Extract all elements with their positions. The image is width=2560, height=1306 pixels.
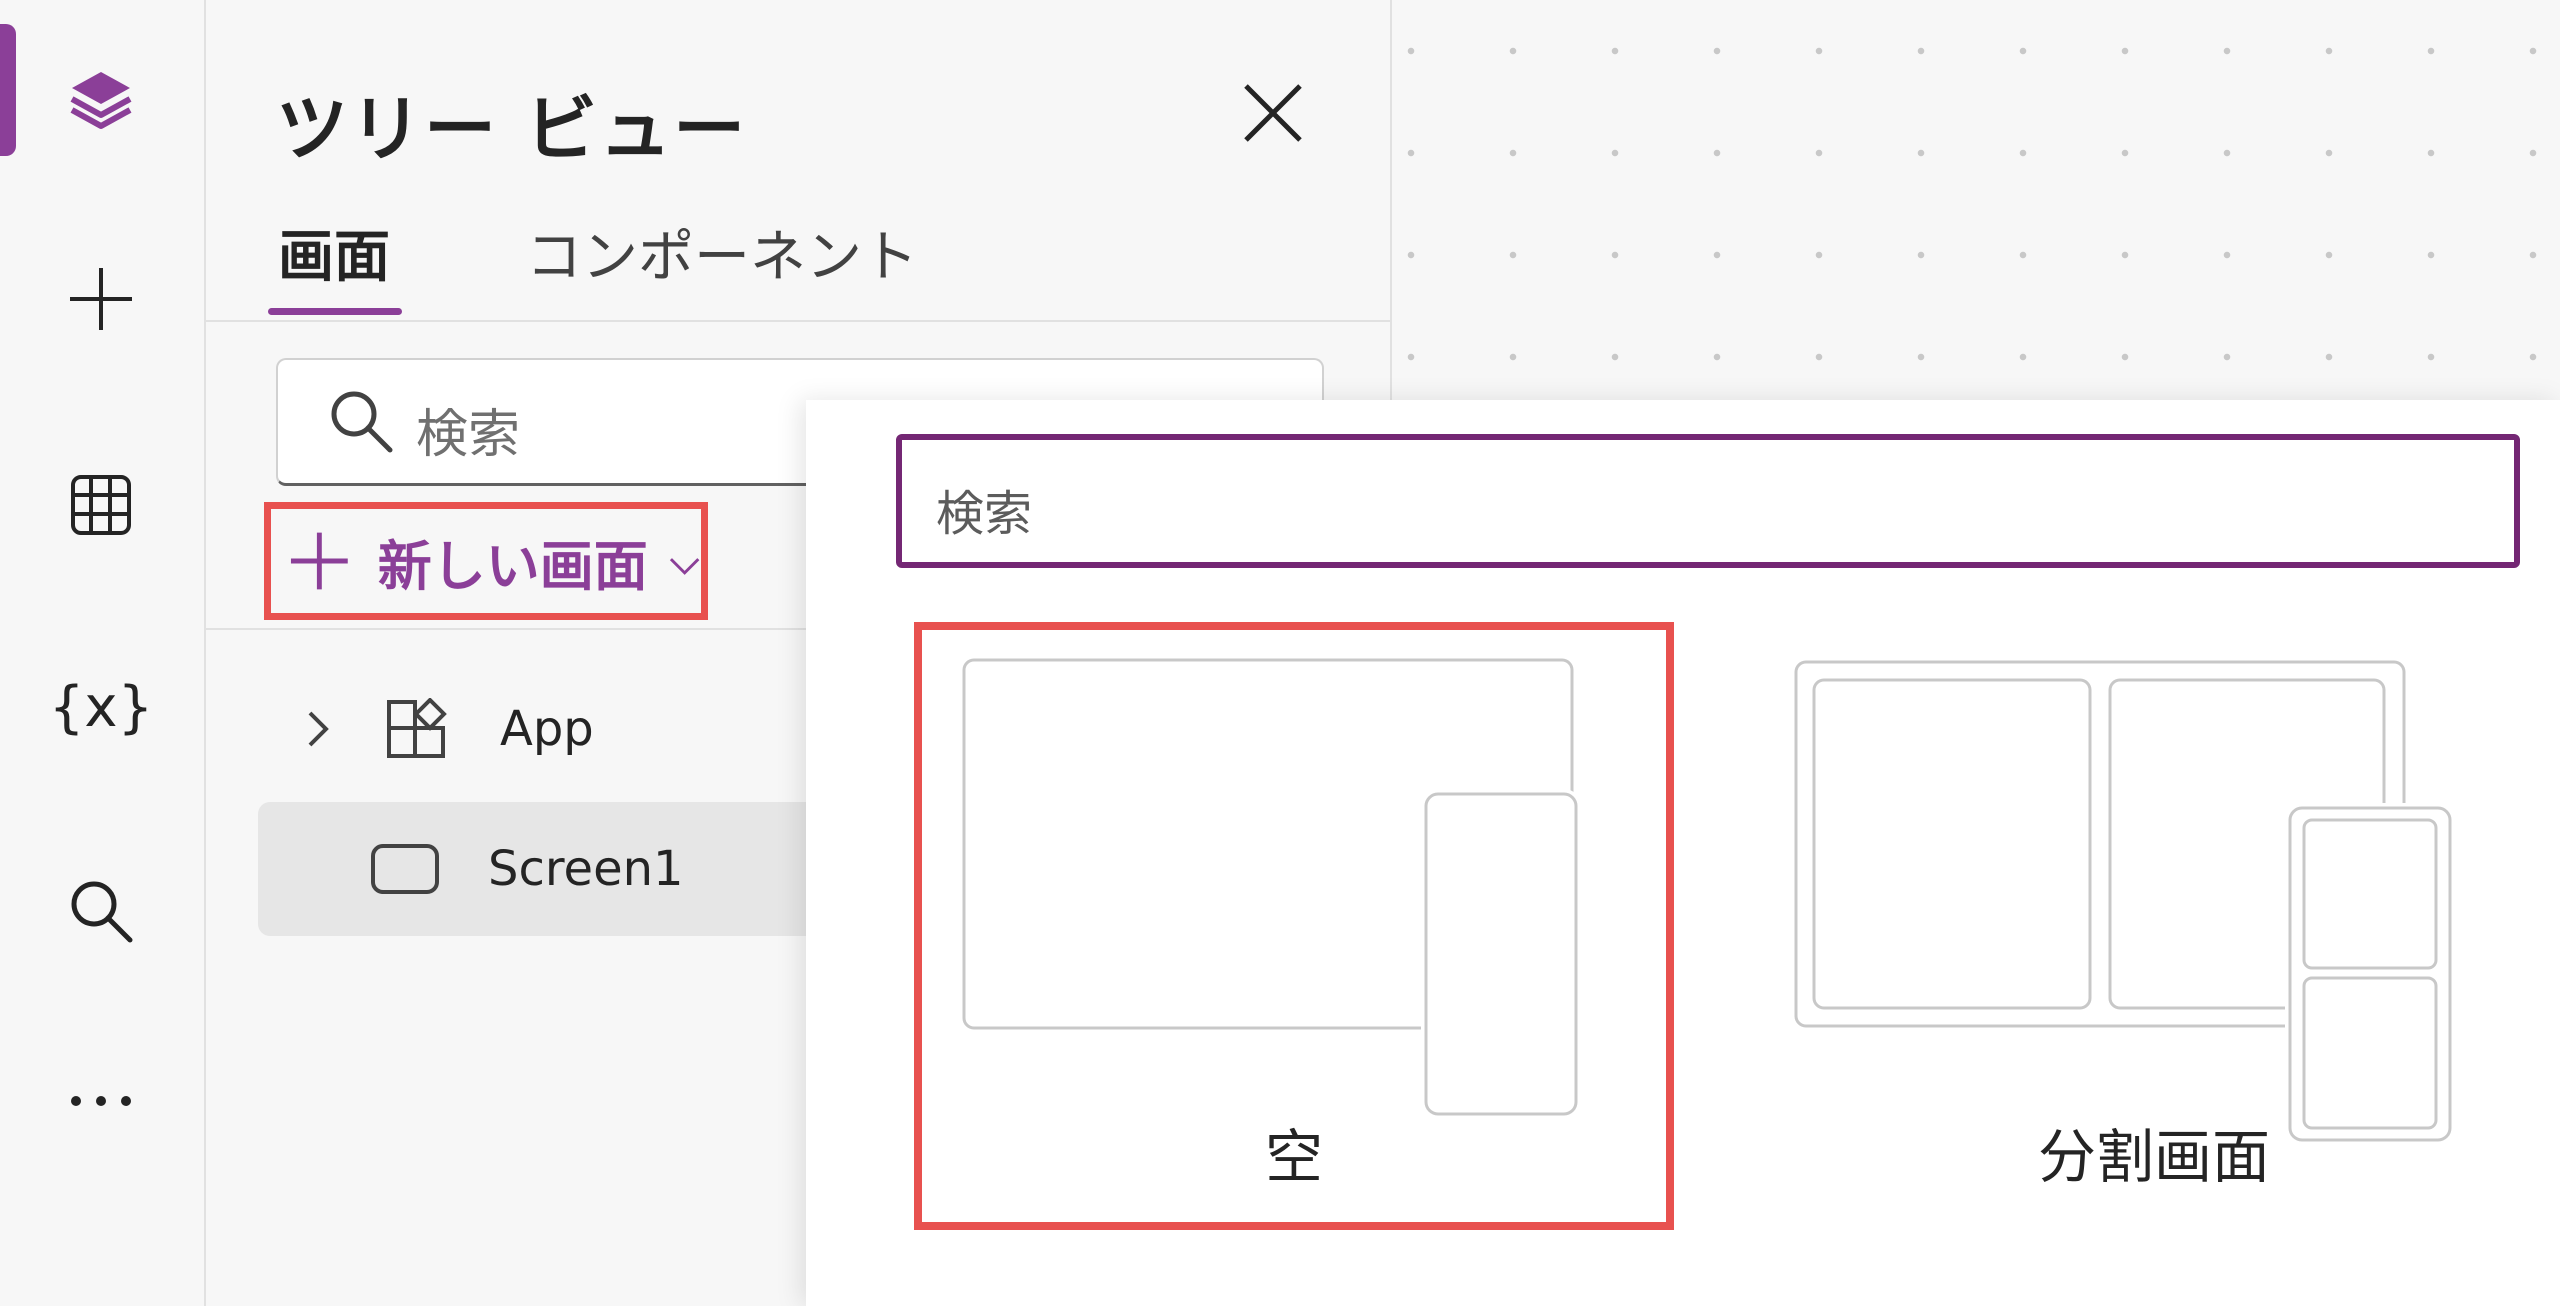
search-placeholder: 検索	[936, 486, 1033, 542]
screen-icon	[371, 844, 439, 894]
chevron-right-icon[interactable]	[306, 709, 330, 749]
divider	[206, 320, 1390, 322]
tree-item-label: App	[500, 701, 594, 757]
tab-screens[interactable]: 画面	[278, 212, 390, 316]
search-placeholder: 検索	[416, 405, 521, 465]
variables-icon: {x}	[48, 674, 154, 740]
tab-components[interactable]: コンポーネント	[526, 212, 918, 316]
new-screen-button[interactable]: 新しい画面	[264, 502, 708, 620]
left-nav-rail: {x}	[0, 0, 206, 1306]
data-table-icon	[71, 475, 131, 535]
more-button[interactable]	[46, 1046, 156, 1156]
search-icon	[71, 881, 133, 943]
add-icon	[290, 532, 348, 590]
app-icon	[387, 698, 447, 758]
blank-layout-thumbnail	[962, 658, 1581, 1119]
tree-view-button[interactable]	[46, 46, 156, 156]
search-icon	[331, 391, 393, 453]
layout-label: 分割画面	[2037, 1123, 2270, 1191]
close-button[interactable]	[1240, 80, 1306, 146]
layout-split-screen-tile[interactable]: 分割画面	[1774, 622, 2534, 1230]
split-layout-thumbnail	[1794, 660, 2455, 1142]
selected-tab-indicator	[268, 308, 402, 315]
layout-blank-tile[interactable]: 空	[914, 622, 1674, 1230]
layers-icon	[70, 72, 132, 129]
variables-button[interactable]: {x}	[46, 652, 156, 762]
layout-label: 空	[1264, 1123, 1323, 1191]
active-indicator	[0, 24, 16, 156]
chevron-down-icon	[669, 558, 700, 575]
more-icon	[71, 1096, 131, 1106]
new-screen-flyout: 検索 空 分割画面	[806, 400, 2560, 1306]
panel-title: ツリー ビュー	[276, 87, 748, 171]
new-screen-label: 新しい画面	[377, 534, 648, 598]
insert-button[interactable]	[46, 244, 156, 354]
flyout-search-input[interactable]: 検索	[896, 434, 2520, 568]
tree-item-label: Screen1	[488, 841, 684, 897]
data-button[interactable]	[46, 450, 156, 560]
add-icon	[70, 268, 132, 330]
search-button[interactable]	[46, 856, 156, 966]
close-icon	[1244, 84, 1302, 142]
